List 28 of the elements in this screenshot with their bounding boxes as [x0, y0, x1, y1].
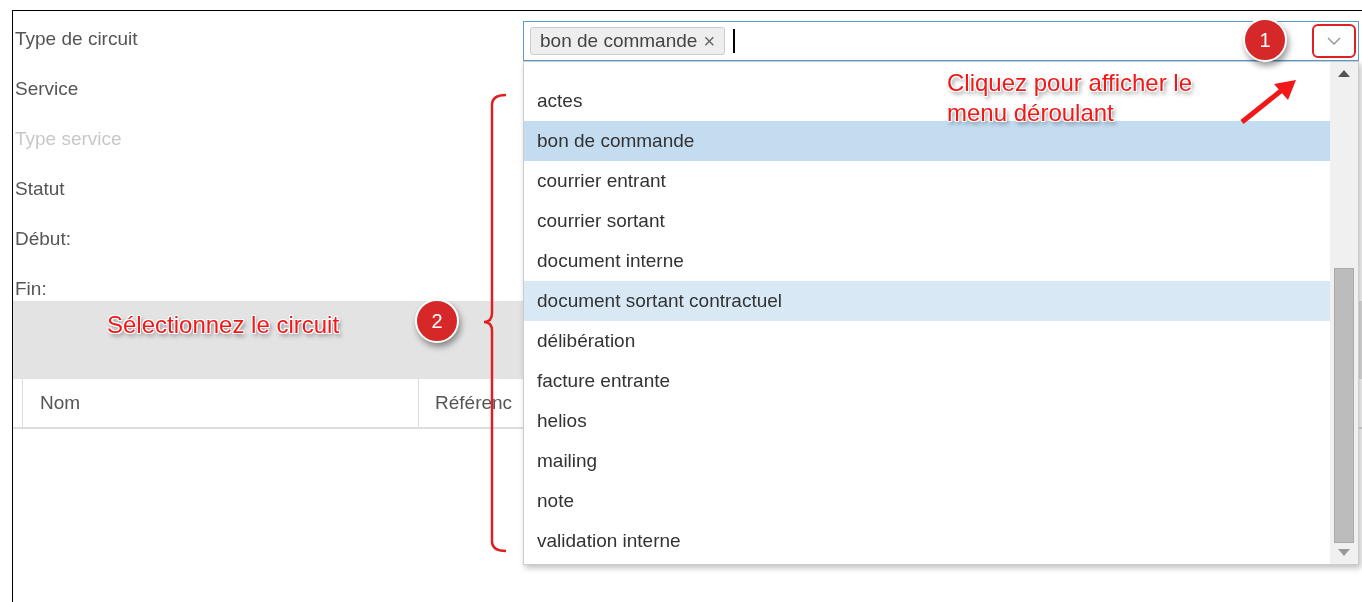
scrollbar-thumb[interactable] [1334, 268, 1354, 543]
column-header: Nom [40, 390, 81, 415]
scrollbar[interactable] [1330, 62, 1358, 564]
dropdown-option[interactable]: helios [537, 406, 587, 436]
field-label: Fin: [15, 277, 47, 301]
dropdown-option[interactable]: courrier entrant [537, 166, 666, 196]
field-label: Statut [15, 177, 65, 201]
text-cursor [733, 29, 736, 53]
dropdown-option[interactable]: courrier sortant [537, 206, 665, 236]
dropdown-option[interactable]: document sortant contractuel [524, 281, 1330, 321]
dropdown-option[interactable]: actes [537, 86, 583, 116]
remove-tag-button[interactable]: × [703, 26, 716, 56]
dropdown-toggle[interactable] [1312, 24, 1356, 58]
scroll-down-icon [1338, 549, 1350, 556]
dropdown-option[interactable]: facture entrante [537, 366, 671, 396]
selected-tag: bon de commande × [530, 27, 726, 55]
dropdown-option[interactable]: note [537, 486, 574, 516]
chevron-icon [1327, 37, 1341, 45]
dropdown-option[interactable]: bon de commande [524, 121, 1330, 161]
field-label: Début: [15, 227, 71, 251]
dropdown-option[interactable]: délibération [537, 326, 636, 356]
dropdown-option[interactable]: validation interne [537, 526, 681, 556]
callout-text: Sélectionnez le circuit [107, 310, 340, 340]
dropdown-option[interactable]: document interne [537, 246, 684, 276]
dropdown-option[interactable]: mailing [537, 446, 598, 476]
scroll-up-icon [1338, 70, 1350, 77]
field-label: Service [15, 77, 79, 101]
field-label: Type de circuit [15, 27, 138, 51]
